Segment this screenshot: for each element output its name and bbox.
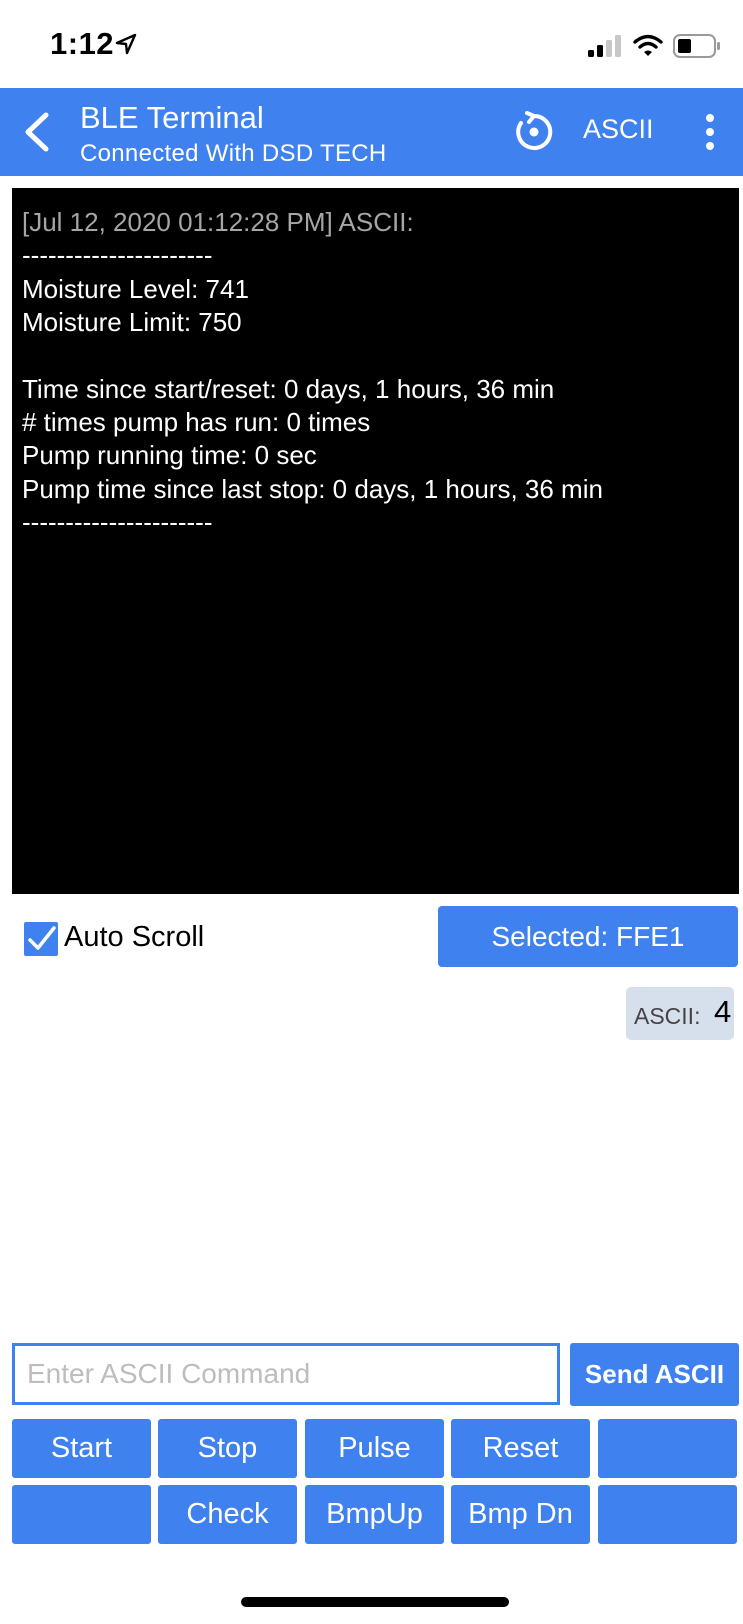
macro-button-bmpdn[interactable]: Bmp Dn xyxy=(451,1485,590,1544)
page-title: BLE Terminal xyxy=(80,100,264,135)
macro-button-pulse[interactable]: Pulse xyxy=(305,1419,444,1478)
ascii-mode-button[interactable]: ASCII xyxy=(583,114,654,145)
more-vertical-icon[interactable] xyxy=(700,112,720,152)
terminal-line: # times pump has run: 0 times xyxy=(22,407,371,437)
terminal-line: Moisture Level: 741 xyxy=(22,274,249,304)
send-ascii-button[interactable]: Send ASCII xyxy=(570,1343,739,1406)
macro-button-empty[interactable] xyxy=(598,1419,737,1478)
macro-button-empty[interactable] xyxy=(12,1485,151,1544)
terminal-line: Pump time since last stop: 0 days, 1 hou… xyxy=(22,474,603,504)
back-chevron-icon[interactable] xyxy=(22,111,52,153)
counter-label: ASCII: xyxy=(634,1003,701,1029)
counter-value: 4 xyxy=(714,994,732,1029)
home-indicator[interactable] xyxy=(241,1597,509,1607)
refresh-icon[interactable] xyxy=(513,111,555,153)
terminal-line: Moisture Limit: 750 xyxy=(22,307,242,337)
auto-scroll-checkbox[interactable] xyxy=(24,922,58,956)
selected-characteristic-button[interactable]: Selected: FFE1 xyxy=(438,906,738,967)
macro-button-reset[interactable]: Reset xyxy=(451,1419,590,1478)
auto-scroll-label[interactable]: Auto Scroll xyxy=(64,921,204,954)
ascii-command-input[interactable] xyxy=(12,1343,560,1405)
terminal-line: ---------------------- xyxy=(22,240,213,270)
terminal-header: [Jul 12, 2020 01:12:28 PM] ASCII: xyxy=(22,207,414,237)
macro-button-empty[interactable] xyxy=(598,1485,737,1544)
battery-icon xyxy=(673,34,720,58)
status-time: 1:12 xyxy=(50,26,115,61)
macro-button-bmpup[interactable]: BmpUp xyxy=(305,1485,444,1544)
terminal-line: Time since start/reset: 0 days, 1 hours,… xyxy=(22,374,555,404)
macro-button-check[interactable]: Check xyxy=(158,1485,297,1544)
checkmark-icon xyxy=(28,926,56,950)
macro-button-stop[interactable]: Stop xyxy=(158,1419,297,1478)
wifi-icon xyxy=(633,34,663,56)
macro-button-start[interactable]: Start xyxy=(12,1419,151,1478)
connection-subtitle: Connected With DSD TECH xyxy=(80,140,387,167)
terminal-line: Pump running time: 0 sec xyxy=(22,440,317,470)
terminal-line: ---------------------- xyxy=(22,507,213,537)
location-arrow-icon xyxy=(115,33,137,55)
cellular-signal-icon xyxy=(588,35,621,57)
